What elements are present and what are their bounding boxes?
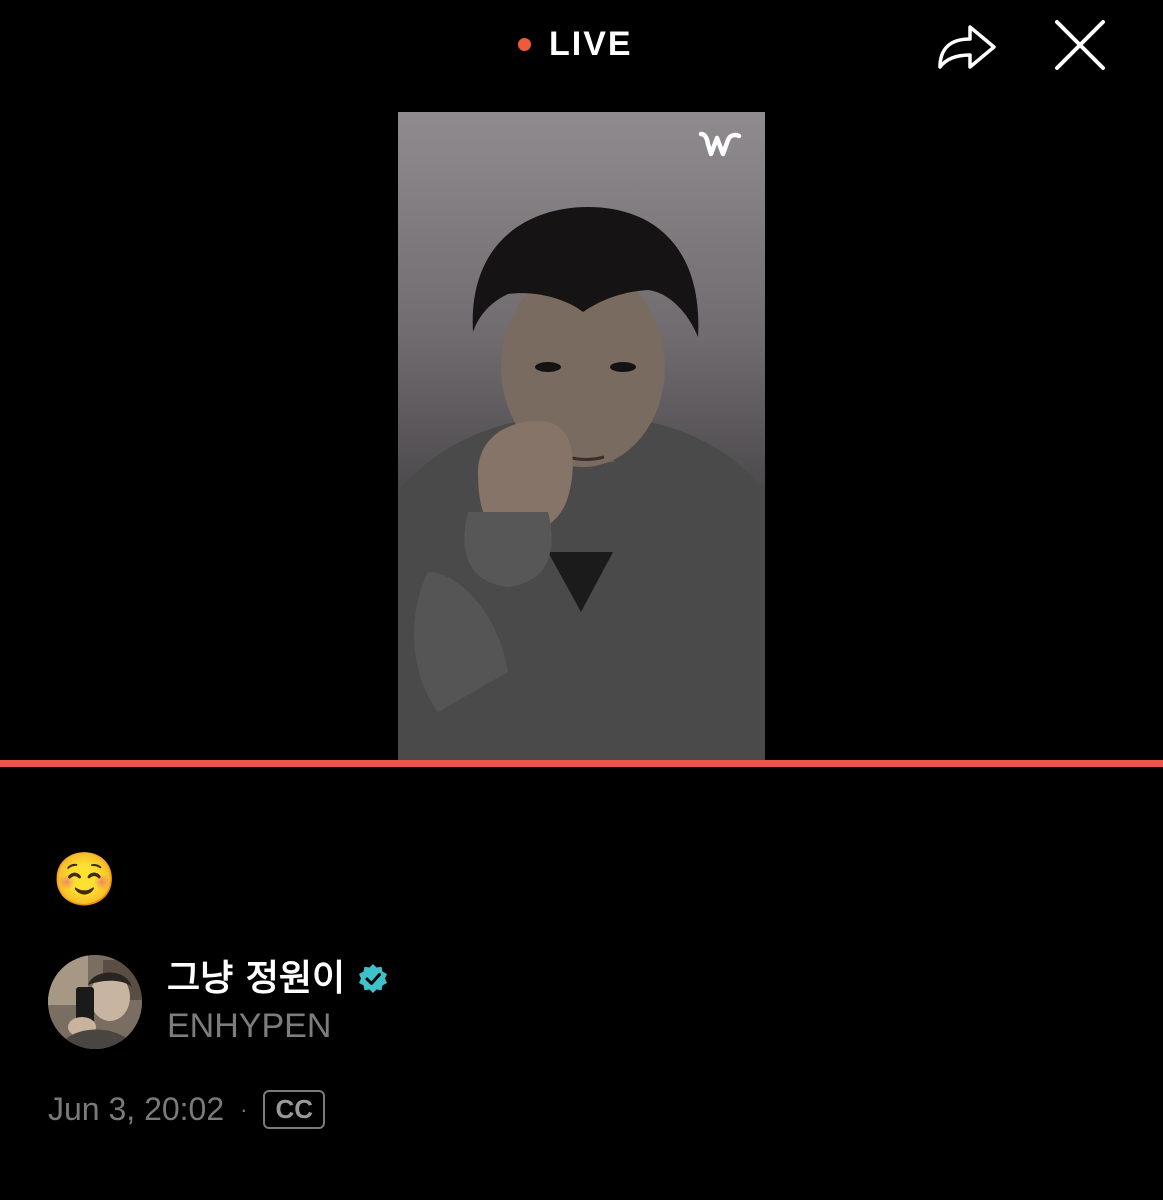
author-display-name[interactable]: 그냥 정원이: [167, 957, 345, 1001]
live-indicator: LIVE: [518, 20, 633, 68]
video-progress-bar[interactable]: [0, 760, 1163, 767]
close-icon: [1055, 20, 1105, 70]
author-profile[interactable]: 그냥 정원이 ENHYPEN: [48, 955, 389, 1049]
author-name-row: 그냥 정원이: [167, 957, 389, 1001]
author-group: ENHYPEN: [167, 1007, 332, 1045]
post-meta: Jun 3, 20:02 · CC: [48, 1090, 326, 1129]
verified-badge-icon: [359, 964, 388, 993]
top-bar: LIVE: [0, 0, 1163, 90]
video-person-silhouette: [398, 207, 765, 760]
share-button[interactable]: [934, 12, 1000, 78]
post-timestamp: Jun 3, 20:02: [48, 1091, 225, 1127]
share-arrow-icon: [938, 25, 996, 69]
live-label: LIVE: [549, 24, 633, 63]
live-video-player[interactable]: [398, 112, 765, 760]
avatar-image: [48, 955, 142, 1049]
author-info: 그냥 정원이 ENHYPEN: [167, 957, 389, 1047]
meta-separator: ·: [240, 1096, 248, 1122]
cc-button[interactable]: CC: [263, 1090, 326, 1129]
weverse-logo-icon: [698, 131, 742, 157]
post-emoji: ☺️: [52, 851, 117, 909]
avatar[interactable]: [48, 955, 142, 1049]
live-dot-icon: [518, 37, 531, 51]
video-progress-fill: [0, 760, 1163, 767]
close-button[interactable]: [1047, 12, 1113, 78]
